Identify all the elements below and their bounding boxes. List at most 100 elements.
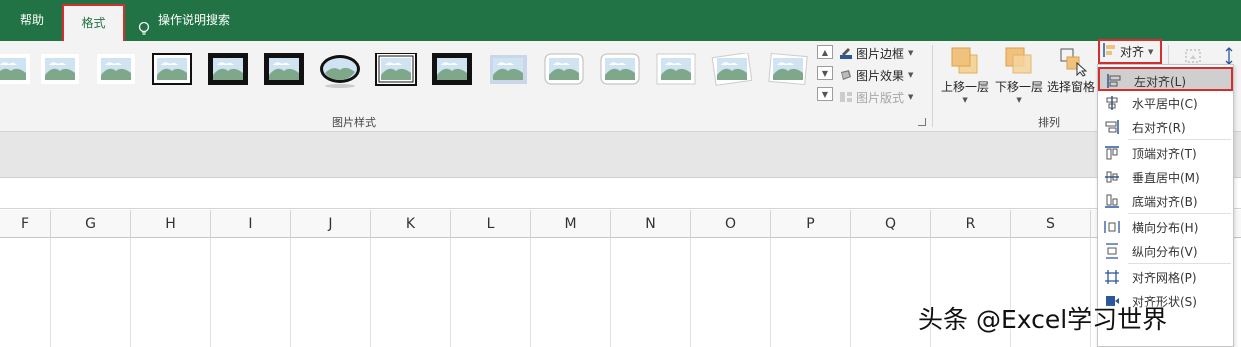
column-header[interactable]: L: [451, 210, 531, 238]
gallery-scroll-down[interactable]: ▼: [817, 66, 833, 80]
chevron-down-icon: ▼: [1016, 96, 1022, 104]
picture-styles-group-label: 图片样式: [332, 116, 376, 129]
grid-line: [50, 238, 51, 347]
grid-line: [530, 238, 531, 347]
column-header[interactable]: S: [1011, 210, 1091, 238]
picture-style-thumbnail[interactable]: [375, 52, 417, 87]
grid-line: [690, 238, 691, 347]
lightbulb-icon: [138, 13, 150, 35]
picture-effects-button[interactable]: 图片效果 ▼: [839, 66, 913, 84]
align-menu-item-label: 纵向分布(V): [1132, 245, 1198, 259]
picture-layout-label: 图片版式: [856, 90, 905, 105]
picture-style-thumbnail[interactable]: [711, 52, 753, 87]
align-menu-item[interactable]: 横向分布(H): [1098, 215, 1233, 239]
align-menu-item-label: 对齐网格(P): [1132, 271, 1197, 285]
chevron-down-icon: ▼: [962, 96, 968, 104]
bring-forward-button[interactable]: 上移一层 ▼: [941, 45, 989, 105]
column-header[interactable]: N: [611, 210, 691, 238]
snap-grid-icon: [1104, 269, 1120, 285]
align-center-icon: [1104, 95, 1120, 111]
align-menu-item-label: 右对齐(R): [1132, 121, 1186, 135]
bring-forward-label: 上移一层: [941, 80, 990, 94]
grid-line: [370, 238, 371, 347]
column-header[interactable]: I: [211, 210, 291, 238]
align-bottom-icon: [1104, 193, 1120, 209]
ribbon-tab-bar: 帮助 格式 操作说明搜索: [0, 0, 1241, 41]
align-menu-item[interactable]: 顶端对齐(T): [1098, 141, 1233, 165]
send-backward-icon: [1003, 45, 1035, 77]
chevron-down-icon: ▼: [908, 93, 914, 101]
ribbon: ▲ ▼ ▼ 图片边框 ▼ 图片效果 ▼ 图片版式 ▼ 图片样式 上移一层 ▼ 下…: [0, 39, 1241, 132]
picture-style-thumbnail[interactable]: [151, 53, 193, 87]
picture-style-thumbnail[interactable]: [767, 52, 809, 87]
picture-border-label: 图片边框: [856, 46, 905, 61]
align-middle-icon: [1104, 169, 1120, 185]
column-header[interactable]: M: [531, 210, 611, 238]
picture-border-button[interactable]: 图片边框 ▼: [839, 44, 913, 62]
menu-separator: [1128, 263, 1231, 264]
align-menu-item[interactable]: 纵向分布(V): [1098, 239, 1233, 263]
align-dropdown-button[interactable]: 对齐 ▼: [1098, 39, 1162, 64]
align-menu-item[interactable]: 垂直居中(M): [1098, 165, 1233, 189]
column-header[interactable]: P: [771, 210, 851, 238]
picture-style-thumbnail[interactable]: [0, 53, 32, 87]
search-label: 操作说明搜索: [158, 13, 231, 27]
tab-format[interactable]: 格式: [62, 4, 125, 41]
align-menu-item-label: 垂直居中(M): [1132, 171, 1200, 185]
watermark-text: 头条 @Excel学习世界: [918, 305, 1168, 334]
picture-style-thumbnail[interactable]: [543, 53, 585, 87]
align-menu-item[interactable]: 右对齐(R): [1098, 115, 1233, 139]
tab-help[interactable]: 帮助: [20, 0, 44, 41]
align-right-icon: [1104, 119, 1120, 135]
picture-style-thumbnail[interactable]: [39, 53, 81, 87]
align-left-icon: [1106, 73, 1122, 89]
column-header[interactable]: H: [131, 210, 211, 238]
picture-layout-button[interactable]: 图片版式 ▼: [839, 88, 913, 106]
align-left-icon: [1103, 42, 1117, 61]
picture-style-thumbnail[interactable]: [207, 53, 249, 87]
size-height-icon[interactable]: [1220, 47, 1238, 65]
column-header[interactable]: Q: [851, 210, 931, 238]
grid-line: [210, 238, 211, 347]
picture-style-thumbnail[interactable]: [431, 53, 473, 87]
picture-style-thumbnail[interactable]: [263, 53, 305, 87]
grid-line: [850, 238, 851, 347]
selection-pane-label: 选择窗格: [1047, 80, 1096, 94]
picture-style-thumbnail[interactable]: [319, 53, 361, 88]
gallery-more[interactable]: ▼: [817, 87, 833, 101]
chevron-down-icon: ▼: [908, 49, 914, 57]
column-header[interactable]: F: [0, 210, 51, 238]
column-header[interactable]: J: [291, 210, 371, 238]
grid-line: [770, 238, 771, 347]
column-header[interactable]: O: [691, 210, 771, 238]
grid-line: [130, 238, 131, 347]
send-backward-button[interactable]: 下移一层 ▼: [995, 45, 1043, 105]
align-menu-item[interactable]: 左对齐(L): [1098, 67, 1233, 91]
align-menu-item[interactable]: 水平居中(C): [1098, 91, 1233, 115]
align-label: 对齐: [1120, 45, 1145, 59]
align-menu-item-label: 顶端对齐(T): [1132, 147, 1197, 161]
column-header[interactable]: R: [931, 210, 1011, 238]
arrange-group-label: 排列: [1038, 116, 1060, 129]
crop-icon[interactable]: [1184, 47, 1202, 65]
align-menu-item[interactable]: 对齐网格(P): [1098, 265, 1233, 289]
align-menu-item-label: 水平居中(C): [1132, 97, 1198, 111]
menu-separator: [1128, 213, 1231, 214]
gallery-scroll-up[interactable]: ▲: [817, 45, 833, 59]
column-header[interactable]: G: [51, 210, 131, 238]
picture-style-thumbnail[interactable]: [655, 53, 697, 87]
picture-style-thumbnail[interactable]: [599, 53, 641, 87]
picture-style-thumbnail[interactable]: [487, 53, 529, 87]
layout-icon: [839, 90, 853, 104]
picture-style-thumbnail[interactable]: [95, 53, 137, 87]
dialog-launcher-icon[interactable]: [918, 118, 926, 126]
grid-line: [610, 238, 611, 347]
align-menu-item[interactable]: 底端对齐(B): [1098, 189, 1233, 213]
tell-me-search[interactable]: 操作说明搜索: [138, 0, 230, 41]
selection-pane-button[interactable]: 选择窗格: [1047, 45, 1095, 95]
formula-bar-area: [0, 132, 1241, 178]
effects-icon: [839, 68, 853, 82]
grid-line: [290, 238, 291, 347]
chevron-down-icon: ▼: [908, 71, 914, 79]
column-header[interactable]: K: [371, 210, 451, 238]
